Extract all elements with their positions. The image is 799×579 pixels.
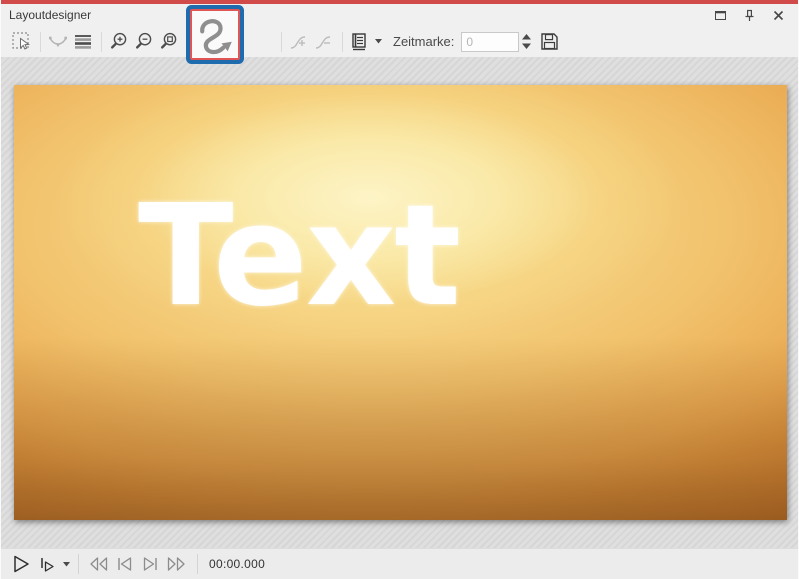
zeitmarke-label: Zeitmarke: (393, 34, 454, 49)
layers-icon[interactable] (71, 30, 95, 54)
separator (342, 32, 343, 52)
separator (197, 554, 198, 574)
layoutdesigner-panel: Layoutdesigner (0, 0, 799, 579)
play-icon[interactable] (9, 553, 33, 575)
add-curve-point-icon[interactable] (287, 30, 311, 54)
remove-curve-point-icon[interactable] (312, 30, 336, 54)
window-controls (712, 7, 790, 23)
zeitmarke-input[interactable] (461, 32, 519, 52)
close-icon[interactable] (770, 7, 786, 23)
spinner-up-icon[interactable] (522, 34, 531, 40)
pin-icon[interactable] (741, 7, 757, 23)
motion-path-icon[interactable] (194, 14, 236, 56)
text-effect-icon[interactable] (348, 30, 372, 54)
panel-title: Layoutdesigner (9, 8, 91, 22)
zoom-out-icon[interactable] (132, 30, 156, 54)
previous-frame-icon[interactable] (112, 553, 136, 575)
smooth-curve-icon[interactable] (46, 30, 70, 54)
separator (281, 32, 282, 52)
separator (40, 32, 41, 52)
fast-forward-icon[interactable] (164, 553, 188, 575)
title-bar: Layoutdesigner (1, 4, 798, 26)
separator (101, 32, 102, 52)
workspace-area: Text (1, 57, 798, 548)
zoom-in-icon[interactable] (107, 30, 131, 54)
zeitmarke-spinner (522, 34, 531, 49)
toolbar: Zeitmarke: (1, 26, 798, 57)
play-from-here-icon[interactable] (35, 553, 59, 575)
playback-bar: 00:00.000 (1, 548, 798, 579)
text-effect-dropdown-caret[interactable] (373, 31, 383, 53)
separator (78, 554, 79, 574)
spinner-down-icon[interactable] (522, 43, 531, 49)
slide-text-object[interactable]: Text (138, 187, 459, 327)
save-icon[interactable] (537, 30, 561, 54)
rewind-icon[interactable] (86, 553, 110, 575)
select-tool-icon[interactable] (10, 30, 34, 54)
zoom-fit-icon[interactable] (157, 30, 181, 54)
slide-canvas[interactable]: Text (14, 85, 787, 520)
motion-path-tool-highlight (190, 9, 240, 60)
play-options-caret[interactable] (61, 553, 71, 575)
next-frame-icon[interactable] (138, 553, 162, 575)
separator (187, 32, 188, 52)
time-display: 00:00.000 (209, 557, 265, 571)
maximize-icon[interactable] (712, 7, 728, 23)
